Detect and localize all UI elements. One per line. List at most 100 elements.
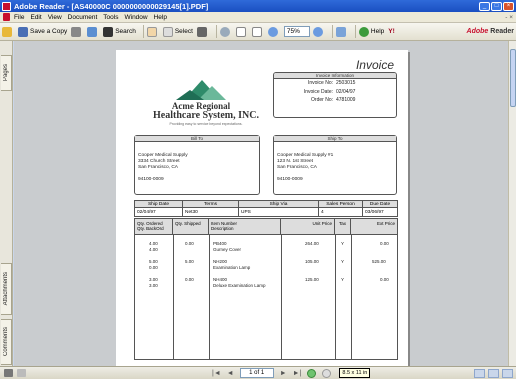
zoom-out-button[interactable] (267, 26, 280, 37)
toolbar-separator (331, 25, 333, 38)
toolbar-separator (142, 25, 144, 38)
last-page-button[interactable]: ►| (293, 370, 302, 377)
rotate-button[interactable] (335, 26, 348, 37)
hand-tool-button[interactable] (146, 26, 159, 37)
zoom-tool-button[interactable] (219, 26, 232, 37)
tab-pages[interactable]: Pages (1, 55, 12, 91)
facing-button[interactable] (502, 368, 513, 378)
unit-price-cell: 264.00 (305, 241, 319, 246)
rotate-icon (335, 26, 346, 37)
tab-comments[interactable]: Comments (1, 319, 12, 365)
fit-page-button[interactable] (251, 26, 264, 37)
first-page-button[interactable]: |◄ (212, 370, 221, 377)
pdf-page: Invoice Invoice Information Invoice No: 2… (116, 50, 408, 366)
help-button[interactable]: Help (358, 26, 384, 37)
save-copy-button[interactable]: Save a Copy (18, 26, 67, 37)
document-window-controls[interactable]: - × (505, 14, 513, 21)
layout-icon[interactable] (17, 369, 26, 377)
shipping-table: Ship Date Terms Ship Via Sales Person Du… (134, 200, 398, 217)
ship-date-header: Ship Date (134, 200, 183, 208)
item-number-header: Item Number Description (209, 219, 281, 234)
printer-icon (71, 26, 82, 37)
help-icon (358, 26, 369, 37)
menu-file[interactable]: File (14, 14, 24, 21)
ship-to-line: 94100-0009 (277, 177, 303, 182)
toolbar-separator (354, 25, 356, 38)
title-bar: Adobe Reader - [AS40000C 000000000002914… (0, 0, 516, 12)
tab-pages-label: Pages (3, 64, 9, 82)
description-cell: NH400 Deluxe Examination Lamp (213, 277, 266, 288)
menu-edit[interactable]: Edit (30, 14, 41, 21)
binoculars-icon (103, 26, 114, 37)
unit-price-header: Unit Price (281, 219, 335, 234)
tax-cell: Y (341, 259, 345, 264)
print-button[interactable] (71, 26, 83, 37)
zoom-in-button[interactable] (312, 26, 325, 37)
unit-price-cell: 105.00 (305, 259, 319, 264)
close-button[interactable]: × (503, 1, 514, 11)
tab-attachments-label: Attachments (3, 272, 9, 306)
sales-person-value: 4 (318, 207, 363, 217)
window-title: Adobe Reader - [AS40000C 000000000002914… (14, 1, 209, 11)
snapshot-button[interactable] (196, 26, 209, 37)
yahoo-search-button[interactable]: Y! (388, 28, 395, 35)
sales-person-header: Sales Person (318, 200, 363, 208)
next-page-button[interactable]: ► (280, 370, 287, 377)
magnifier-icon (219, 26, 230, 37)
continuous-button[interactable] (488, 368, 499, 378)
adobe-reader-icon (2, 1, 11, 11)
toolbar: Save a Copy Search Select 75% Help Y! Ad… (0, 23, 516, 41)
folder-icon (2, 26, 12, 37)
select-label: Select (174, 28, 193, 35)
menu-tools[interactable]: Tools (103, 14, 118, 21)
email-button[interactable] (87, 26, 99, 37)
single-page-button[interactable] (474, 368, 485, 378)
order-no-label: Order No: (311, 97, 333, 103)
company-name-line2: Healthcare System, INC. (153, 110, 259, 121)
next-view-button[interactable] (322, 368, 332, 378)
document-icon (3, 13, 10, 21)
invoice-no: 2503015 (336, 80, 356, 86)
description-cell: PB400 Gurney Cover (213, 241, 242, 252)
previous-page-button[interactable]: ◄ (227, 370, 234, 377)
toolbar-separator (215, 25, 217, 38)
invoice-date-label: Invoice Date: (303, 89, 333, 95)
page-size-tooltip: 8.5 x 11 in (339, 368, 371, 378)
select-tool-button[interactable]: Select (162, 26, 193, 37)
fit-page-icon (251, 26, 262, 37)
menu-help[interactable]: Help (154, 14, 167, 21)
hand-icon (146, 26, 157, 37)
bill-to-box: Bill To Cooper Medical Supply 3334 Churc… (134, 135, 260, 195)
open-button[interactable] (2, 26, 14, 37)
ext-price-header: Ext Price (376, 221, 395, 226)
zoom-field[interactable]: 75% (283, 26, 310, 37)
due-date-header: Due Date (362, 200, 398, 208)
tab-attachments[interactable]: Attachments (1, 263, 12, 315)
zoom-out-icon (267, 26, 278, 37)
invoice-title: Invoice (355, 58, 394, 72)
actual-size-button[interactable] (235, 26, 248, 37)
document-viewport[interactable]: Invoice Invoice Information Invoice No: 2… (14, 41, 508, 366)
menu-window[interactable]: Window (124, 14, 147, 21)
menu-document[interactable]: Document (68, 14, 98, 21)
unit-price-cell: 125.00 (305, 277, 319, 282)
menu-view[interactable]: View (48, 14, 62, 21)
ship-via-value: UPS (238, 207, 319, 217)
brand-label: Reader (490, 28, 514, 35)
page-icon (235, 26, 246, 37)
search-button[interactable]: Search (103, 26, 136, 37)
scrollbar-thumb[interactable] (510, 49, 516, 107)
maximize-button[interactable]: □ (491, 1, 502, 11)
previous-view-button[interactable] (307, 368, 317, 378)
adobe-reader-logo: Adobe Reader (466, 28, 514, 35)
ext-price-cell: 0.00 (380, 241, 389, 246)
minimize-button[interactable]: _ (479, 1, 490, 11)
vertical-scrollbar[interactable] (508, 41, 516, 366)
ship-to-box: Ship To Cooper Medical Supply #1 123 N. … (273, 135, 397, 195)
terms-value: Net30 (182, 207, 239, 217)
ship-date-value: 02/04/97 (134, 207, 183, 217)
page-number-field[interactable]: 1 of 1 (239, 368, 274, 378)
invoice-no-label: Invoice No: (307, 80, 333, 86)
mountain-logo-icon (176, 80, 226, 100)
qty-ordered-header: Qty. Ordered Qty. BackOrd (135, 219, 173, 234)
